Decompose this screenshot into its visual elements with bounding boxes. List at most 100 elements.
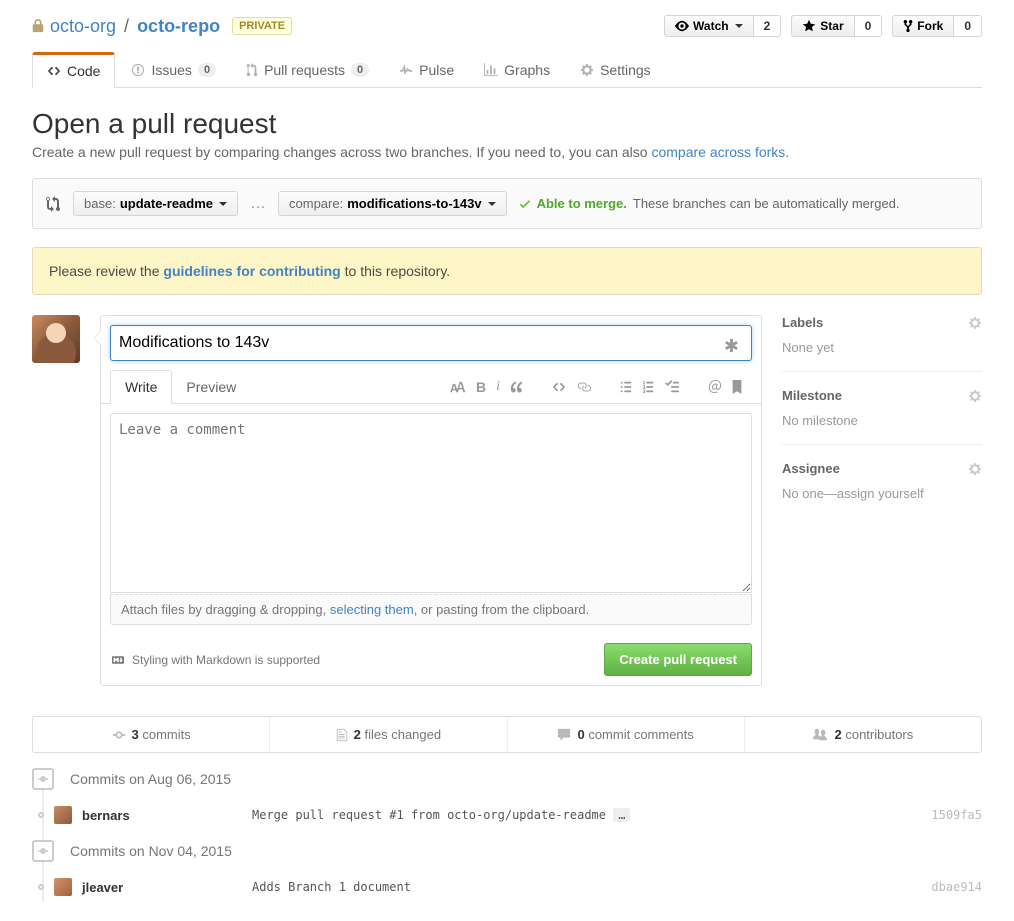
eye-icon (675, 19, 689, 33)
pulse-icon (399, 63, 413, 77)
tab-issues[interactable]: Issues0 (117, 52, 230, 87)
commit-author[interactable]: jleaver (82, 880, 242, 895)
labels-section: Labels None yet (782, 315, 982, 372)
comment-textarea[interactable] (110, 413, 752, 593)
base-branch-button[interactable]: base: update-readme (73, 191, 238, 216)
markdown-note[interactable]: Styling with Markdown is supported (110, 653, 320, 667)
comment-tabs: Write Preview B i (101, 370, 761, 404)
text-size-icon[interactable] (446, 375, 470, 399)
tab-settings[interactable]: Settings (566, 52, 665, 87)
commit-group-header: Commits on Aug 06, 2015 (32, 768, 982, 790)
repo-title: octo-org / octo-repo Private (32, 16, 292, 37)
check-icon (519, 197, 531, 211)
markdown-icon (110, 654, 126, 666)
user-avatar[interactable] (32, 315, 80, 363)
compare-branch-button[interactable]: compare: modifications-to-143v (278, 191, 507, 216)
fork-button[interactable]: Fork (892, 15, 954, 37)
caret-down-icon (735, 24, 743, 28)
repo-header: octo-org / octo-repo Private Watch 2 Sta… (32, 15, 982, 37)
lock-icon (32, 19, 44, 33)
privacy-badge: Private (232, 17, 292, 35)
milestone-title: Milestone (782, 388, 842, 403)
comment-icon (557, 728, 571, 742)
commit-avatar[interactable] (54, 878, 72, 896)
labels-content: None yet (782, 340, 982, 355)
bookmark-icon[interactable] (728, 375, 746, 399)
quote-icon[interactable] (506, 375, 528, 399)
assignee-gear-icon[interactable] (968, 462, 982, 476)
gear-icon (580, 63, 594, 77)
star-button[interactable]: Star (791, 15, 854, 37)
commit-sha[interactable]: 1509fa5 (931, 808, 982, 822)
ul-icon[interactable] (616, 375, 636, 399)
org-link[interactable]: octo-org (50, 16, 116, 37)
compare-box: base: update-readme … compare: modificat… (32, 178, 982, 229)
labels-title: Labels (782, 315, 823, 330)
assignee-content[interactable]: No one—assign yourself (782, 486, 982, 501)
expand-ellipsis[interactable]: … (613, 808, 630, 822)
star-icon (802, 19, 816, 33)
labels-gear-icon[interactable] (968, 316, 982, 330)
ol-icon[interactable] (638, 375, 658, 399)
commits-group-icon (32, 768, 54, 790)
assignee-title: Assignee (782, 461, 840, 476)
stat-contributors[interactable]: 2 contributors (745, 717, 981, 752)
repo-link[interactable]: octo-repo (137, 16, 220, 36)
caret-down-icon (219, 202, 227, 206)
mention-icon[interactable] (704, 375, 726, 399)
page-title: Open a pull request (32, 108, 982, 140)
stat-files[interactable]: 2 files changed (270, 717, 507, 752)
milestone-gear-icon[interactable] (968, 389, 982, 403)
watch-button[interactable]: Watch (664, 15, 754, 37)
code-icon[interactable] (548, 375, 570, 399)
page-subtitle: Create a new pull request by comparing c… (32, 144, 982, 160)
commit-author[interactable]: bernars (82, 808, 242, 823)
commit-row[interactable]: bernars Merge pull request #1 from octo-… (32, 800, 982, 830)
timeline-dot (38, 812, 44, 818)
compare-forks-link[interactable]: compare across forks (651, 144, 785, 160)
file-icon (336, 728, 348, 742)
tab-graphs[interactable]: Graphs (470, 52, 564, 87)
pr-icon (246, 63, 258, 77)
commit-sha[interactable]: dbae914 (931, 880, 982, 894)
commit-icon (112, 728, 126, 742)
milestone-content: No milestone (782, 413, 982, 428)
commits-group-icon (32, 840, 54, 862)
ellipsis-icon: … (250, 195, 266, 213)
italic-icon[interactable]: i (492, 375, 504, 399)
commit-message[interactable]: Adds Branch 1 document (252, 880, 921, 894)
diff-stats: 3 commits 2 files changed 0 commit comme… (32, 716, 982, 753)
people-icon (812, 728, 828, 742)
graph-icon (484, 63, 498, 77)
git-compare-icon (45, 196, 61, 212)
assignee-section: Assignee No one—assign yourself (782, 461, 982, 517)
pr-sidebar: Labels None yet Milestone No milestone A… (782, 315, 982, 533)
stat-commits[interactable]: 3 commits (33, 717, 270, 752)
social-buttons: Watch 2 Star 0 Fork 0 (664, 15, 982, 37)
stat-comments[interactable]: 0 commit comments (508, 717, 745, 752)
tab-code[interactable]: Code (32, 52, 115, 88)
tab-pull-requests[interactable]: Pull requests0 (232, 52, 383, 87)
attach-bar[interactable]: Attach files by dragging & dropping, sel… (110, 594, 752, 625)
watch-count[interactable]: 2 (754, 15, 782, 37)
merge-status: Able to merge. These branches can be aut… (519, 196, 900, 211)
write-tab[interactable]: Write (110, 370, 172, 404)
commit-message[interactable]: Merge pull request #1 from octo-org/upda… (252, 808, 921, 822)
fork-count[interactable]: 0 (954, 15, 982, 37)
link-icon[interactable] (572, 375, 596, 399)
guidelines-link[interactable]: guidelines for contributing (163, 263, 340, 279)
commit-row[interactable]: jleaver Adds Branch 1 document dbae914 (32, 872, 982, 902)
select-files-link[interactable]: selecting them (330, 602, 414, 617)
task-list-icon[interactable] (660, 375, 684, 399)
tab-pulse[interactable]: Pulse (385, 52, 468, 87)
preview-tab[interactable]: Preview (172, 371, 250, 403)
pr-title-input[interactable] (110, 325, 752, 361)
timeline-dot (38, 884, 44, 890)
star-count[interactable]: 0 (855, 15, 883, 37)
markdown-toolbar: B i (250, 375, 752, 399)
bold-icon[interactable]: B (472, 375, 490, 399)
commit-group-header: Commits on Nov 04, 2015 (32, 840, 982, 862)
commit-avatar[interactable] (54, 806, 72, 824)
create-pr-button[interactable]: Create pull request (604, 643, 752, 676)
code-icon (47, 64, 61, 78)
